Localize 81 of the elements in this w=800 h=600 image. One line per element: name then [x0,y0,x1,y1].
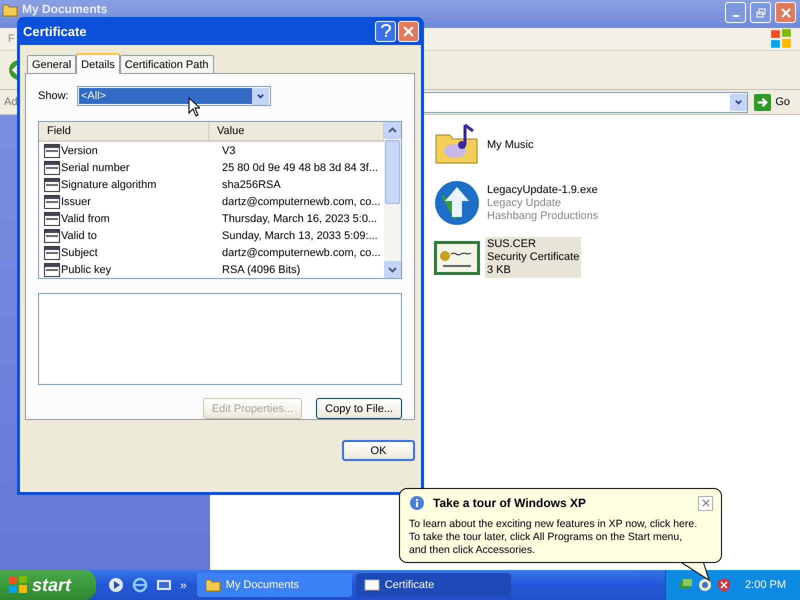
go-button[interactable]: Go [752,94,796,110]
certificate-icon [364,577,380,593]
field-icon [44,262,60,276]
file-detail: 3 KB [487,264,512,277]
close-icon [780,8,790,18]
notification-balloon[interactable]: Take a tour of Windows XP To learn about the exciting new features in XP now, click here. To take the tour later, click All Programs on the Start menu, and then click Accessories. [399,488,722,563]
show-dropdown[interactable]: <All> [77,86,271,106]
ok-button[interactable]: OK [342,440,415,461]
file-item[interactable]: LegacyUpdate-1.9.exe Legacy Update Hashbang Productions [433,179,600,227]
windows-logo-icon [8,575,28,595]
close-icon [702,499,710,507]
file-detail: Security Certificate [487,251,580,264]
close-icon [403,26,414,36]
scroll-down-icon[interactable] [384,261,401,278]
restore-icon [756,8,766,18]
minimize-icon [732,14,738,16]
balloon-text: To take the tour later, click All Programs on the Start menu, [409,531,684,544]
minimize-button[interactable] [725,2,746,23]
balloon-text: and then click Accessories. [409,544,536,557]
balloon-title: Take a tour of Windows XP [433,496,586,510]
field-icon [44,212,60,226]
field-value: sha256RSA [221,178,282,190]
field-name: Subject [61,246,98,258]
field-name: Issuer [61,196,91,208]
field-icon [44,160,60,174]
address-label: Ad [4,96,18,108]
column-header[interactable]: Field [39,122,209,140]
scroll-up-icon[interactable] [384,122,401,139]
dialog-button[interactable]: Copy to File... [316,398,402,419]
field-icon [44,246,60,260]
field-name: Public key [61,264,112,276]
taskbar-button[interactable]: Certificate [356,573,511,597]
mouse-pointer-icon [188,97,200,117]
folder-icon [2,2,18,18]
field-name: Signature algorithm [61,178,156,190]
close-button[interactable] [698,496,713,510]
file-item[interactable]: My Music [433,121,536,169]
field-icon [44,144,60,158]
shield-icon[interactable] [716,577,732,593]
taskbar-button[interactable]: My Documents [196,573,352,597]
file-detail: Hashbang Productions [487,210,598,222]
folder-icon [204,577,221,593]
field-icon [44,194,60,208]
certificate-icon [433,238,481,276]
browser-icon[interactable] [132,577,148,593]
field-value: V3 [221,144,236,156]
help-button[interactable] [375,20,396,42]
windows-logo-icon [770,28,792,50]
file-name: My Music [487,138,534,152]
show-label: Show: [38,90,70,102]
field-name: Valid from [61,212,110,224]
info-icon [409,495,425,511]
more-chevron[interactable]: » [180,578,187,592]
desktop-icon[interactable] [156,577,172,593]
help-icon [380,24,392,38]
update-icon[interactable] [697,577,714,593]
tab[interactable]: Certification Path [120,55,214,73]
tab[interactable]: General [27,55,76,73]
restore-button[interactable] [750,2,771,23]
field-value: Thursday, March 16, 2023 5:0... [221,212,378,224]
media-player-icon[interactable] [108,577,124,593]
balloon-text: To learn about the exciting new features in XP now, click here. [409,518,698,531]
field-value: RSA (4096 Bits) [221,264,302,276]
field-value: dartz@computernewb.com, co... [221,196,382,208]
field-value: Sunday, March 13, 2033 5:09:... [221,230,379,242]
window-title: My Documents [22,2,108,16]
dialog-title: Certificate [23,24,87,38]
scrollbar[interactable] [384,122,401,278]
field-icon [44,228,60,242]
field-value: 25 80 0d 9e 49 48 b8 3d 84 3f... [221,162,379,174]
field-icon [44,178,60,192]
field-value: dartz@computernewb.com, co... [221,246,382,258]
field-name: Version [61,144,98,156]
tab[interactable]: Details [76,53,120,74]
field-name: Valid to [61,230,97,242]
clock: 2:00 PM [745,579,786,591]
field-name: Serial number [61,162,130,174]
file-name: SUS.CER [487,238,537,251]
file-name: LegacyUpdate-1.9.exe [487,184,598,196]
file-detail: Legacy Update [487,196,562,210]
start-button[interactable]: start [0,570,96,600]
